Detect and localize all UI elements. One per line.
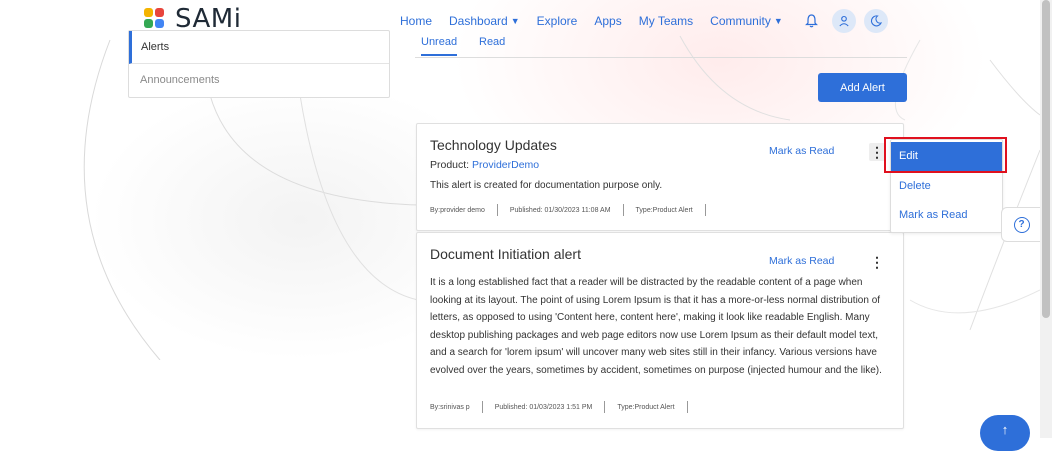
alert-type: Type:Product Alert — [635, 206, 693, 214]
help-button[interactable]: ? — [1001, 207, 1042, 242]
nav-apps[interactable]: Apps — [594, 14, 621, 28]
more-options-icon[interactable]: ⋮ — [869, 143, 885, 161]
alert-published: Published: 01/03/2023 1:51 PM — [494, 403, 593, 411]
alert-body: It is a long established fact that a rea… — [430, 277, 882, 376]
alert-author: By:provider demo — [430, 206, 485, 214]
divider — [622, 204, 624, 216]
logo-mark-icon — [144, 8, 166, 30]
alert-tabs: Unread Read — [415, 30, 907, 58]
nav-home[interactable]: Home — [400, 14, 432, 28]
edit-highlight-box — [884, 137, 1007, 173]
alert-description: This alert is created for documentation … — [430, 180, 663, 191]
alert-published: Published: 01/30/2023 11:08 AM — [509, 206, 611, 214]
mark-as-read-link[interactable]: Mark as Read — [769, 255, 834, 267]
chevron-down-icon: ▼ — [510, 16, 520, 26]
nav-my-teams[interactable]: My Teams — [639, 14, 693, 28]
sidebar: Alerts Announcements — [128, 30, 390, 98]
alert-title: Document Initiation alert — [430, 246, 581, 262]
nav-explore[interactable]: Explore — [537, 14, 578, 28]
alert-meta: By:srinivas p Published: 01/03/2023 1:51… — [430, 401, 700, 413]
arrow-up-icon: ↑ — [1001, 422, 1009, 437]
alert-product: Product: ProviderDemo — [430, 159, 539, 171]
nav-community-label: Community — [710, 14, 771, 28]
nav-my-teams-label: My Teams — [638, 14, 694, 28]
alert-card: Document Initiation alert Mark as Read ⋮… — [416, 232, 904, 429]
tab-read[interactable]: Read — [479, 36, 505, 48]
alert-author: By:srinivas p — [430, 403, 470, 411]
alert-meta: By:provider demo Published: 01/30/2023 1… — [430, 204, 718, 216]
nav-explore-label: Explore — [536, 14, 578, 28]
divider — [686, 401, 688, 413]
divider — [604, 401, 606, 413]
chevron-down-icon: ▼ — [773, 16, 783, 26]
page-scrollbar[interactable] — [1040, 0, 1052, 438]
alert-type: Type:Product Alert — [617, 403, 675, 411]
tab-unread[interactable]: Unread — [421, 36, 458, 56]
sidebar-item-announcements[interactable]: Announcements — [129, 64, 389, 96]
alert-title: Technology Updates — [430, 137, 557, 153]
menu-item-mark-as-read[interactable]: Mark as Read — [891, 201, 1002, 230]
more-options-icon[interactable]: ⋮ — [869, 253, 885, 271]
nav-dashboard-label: Dashboard — [449, 14, 508, 28]
nav-apps-label: Apps — [594, 14, 622, 28]
scrollbar-thumb[interactable] — [1042, 0, 1050, 318]
menu-item-delete[interactable]: Delete — [891, 172, 1002, 201]
nav-home-label: Home — [400, 14, 433, 28]
divider — [496, 204, 498, 216]
divider — [481, 401, 483, 413]
scroll-to-top-button[interactable]: ↑ — [980, 415, 1030, 451]
product-value[interactable]: ProviderDemo — [472, 159, 539, 171]
product-label: Product: — [430, 159, 470, 171]
add-alert-button[interactable]: Add Alert — [818, 73, 907, 102]
nav-dashboard[interactable]: Dashboard ▼ — [449, 14, 520, 28]
divider — [704, 204, 706, 216]
nav-community[interactable]: Community ▼ — [710, 14, 783, 28]
sidebar-item-alerts[interactable]: Alerts — [129, 31, 389, 64]
question-circle-icon: ? — [1013, 216, 1030, 233]
mark-as-read-link[interactable]: Mark as Read — [769, 145, 834, 157]
alert-card: Technology Updates Mark as Read ⋮ Produc… — [416, 123, 904, 231]
